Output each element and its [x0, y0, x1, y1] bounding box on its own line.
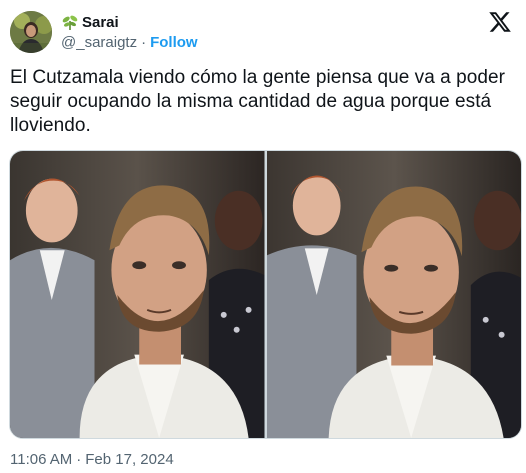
tweet-date[interactable]: Feb 17, 2024 — [85, 451, 173, 468]
photo-right[interactable] — [266, 151, 521, 438]
handle-row: @_saraigtz · Follow — [61, 32, 198, 52]
tweet-card: Sarai @_saraigtz · Follow El Cutzamala v… — [0, 0, 526, 473]
follow-button[interactable]: Follow — [150, 34, 198, 51]
photo-left[interactable] — [10, 151, 265, 438]
timestamp: 11:06 AM · Feb 17, 2024 — [10, 451, 174, 468]
user-handle[interactable]: @_saraigtz — [61, 34, 137, 51]
tweet-header: Sarai @_saraigtz · Follow — [10, 8, 516, 56]
x-logo-icon[interactable] — [488, 10, 512, 34]
tweet-text: El Cutzamala viendo cómo la gente piensa… — [10, 67, 505, 136]
media-grid — [9, 150, 522, 439]
plant-sprout-icon — [61, 13, 79, 31]
tweet-time[interactable]: 11:06 AM — [10, 451, 72, 468]
avatar[interactable] — [10, 11, 52, 53]
timestamp-separator: · — [76, 451, 82, 468]
author-names: Sarai @_saraigtz · Follow — [61, 12, 198, 52]
display-name[interactable]: Sarai — [82, 14, 119, 31]
separator-dot: · — [141, 33, 147, 51]
display-name-row: Sarai — [61, 12, 198, 32]
